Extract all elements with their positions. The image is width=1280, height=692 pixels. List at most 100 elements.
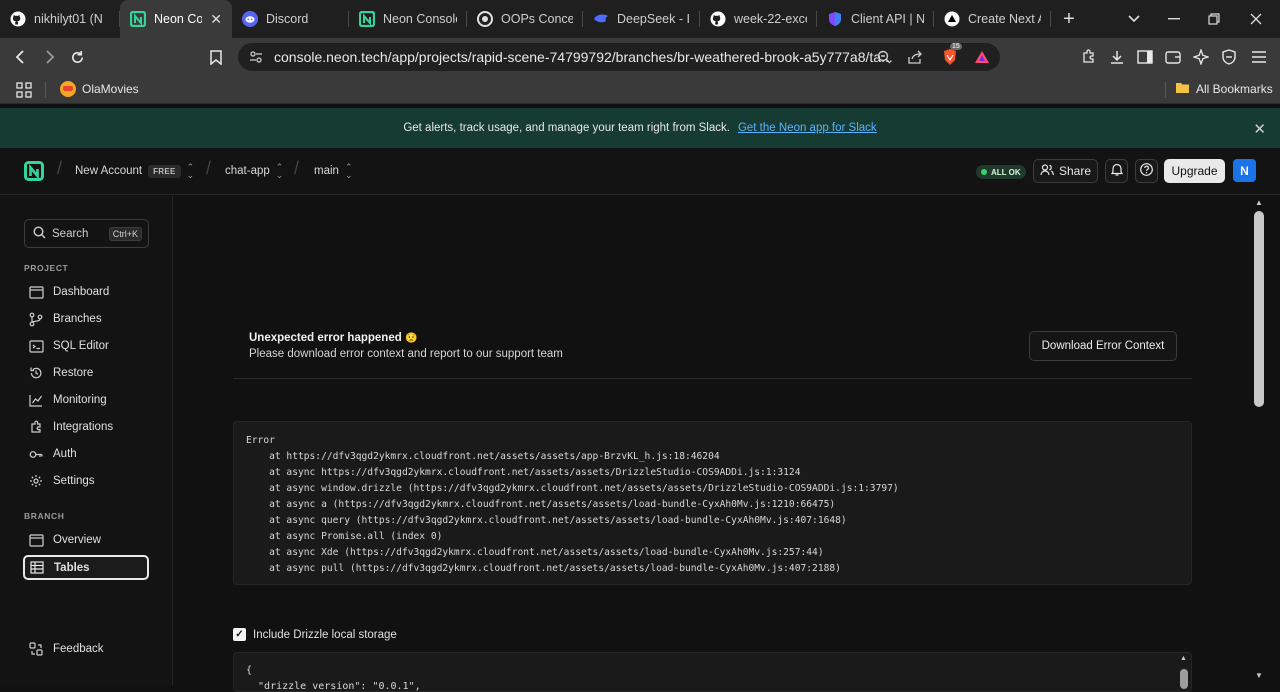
avatar[interactable]: N	[1233, 159, 1256, 182]
restore-window-icon[interactable]	[1194, 0, 1234, 38]
browser-tab[interactable]: Client API | Ne	[817, 0, 934, 38]
integrations-icon	[28, 419, 44, 435]
browser-tab[interactable]: Create Next A	[934, 0, 1051, 38]
sidebar-item-label: Branches	[53, 313, 102, 325]
bookmarks-bar: OlaMovies All Bookmarks	[0, 76, 1280, 104]
bookmark-item[interactable]: OlaMovies	[60, 81, 139, 97]
share-button[interactable]: Share	[1033, 159, 1098, 183]
include-storage-checkbox[interactable]: ✓ Include Drizzle local storage	[233, 628, 397, 641]
browser-tab[interactable]: DeepSeek - In	[583, 0, 700, 38]
forward-icon[interactable]	[36, 44, 62, 70]
brave-rewards-icon[interactable]	[970, 43, 994, 71]
tab-title: DeepSeek - In	[617, 12, 690, 26]
sidebar-item-restore[interactable]: Restore	[24, 361, 150, 385]
page-scrollbar[interactable]: ▲ ▼	[1252, 197, 1266, 685]
tab-search-chevron-icon[interactable]	[1114, 0, 1154, 38]
status-dot	[981, 169, 987, 175]
sidebar-item-auth[interactable]: Auth	[24, 442, 150, 466]
download-error-context-button[interactable]: Download Error Context	[1029, 331, 1177, 361]
reload-icon[interactable]	[64, 44, 90, 70]
browser-tab-active[interactable]: Neon Con ✕	[120, 0, 232, 38]
deepseek-icon	[593, 11, 609, 27]
download-icon[interactable]	[1104, 44, 1130, 70]
sidebar-item-overview[interactable]: Overview	[24, 528, 150, 552]
menu-icon[interactable]	[1246, 44, 1272, 70]
close-banner-icon[interactable]: ✕	[1253, 120, 1266, 138]
json-scrollbar[interactable]: ▲	[1178, 653, 1190, 689]
shortcut-hint: Ctrl+K	[108, 226, 142, 241]
apps-grid-icon[interactable]	[16, 82, 32, 101]
scrollbar-thumb[interactable]	[1180, 669, 1188, 689]
browser-tab[interactable]: Discord	[232, 0, 349, 38]
sidebar-item-feedback[interactable]: Feedback	[24, 637, 150, 661]
zoom-icon[interactable]	[872, 43, 896, 71]
leo-ai-icon[interactable]	[1188, 44, 1214, 70]
sidebar-item-label: Settings	[53, 475, 95, 487]
chevron-up-down-icon: ⌃ ⌄	[344, 162, 353, 180]
sidebar-item-tables[interactable]: Tables	[23, 555, 149, 580]
emoji-face-icon	[60, 81, 76, 97]
scroll-down-arrow-icon[interactable]: ▼	[1254, 671, 1264, 680]
scroll-up-arrow-icon[interactable]: ▲	[1254, 198, 1264, 207]
status-text: ALL OK	[991, 167, 1021, 177]
sidebar-item-monitoring[interactable]: Monitoring	[24, 388, 150, 412]
json-line: "drizzle_version": "0.0.1",	[246, 681, 421, 692]
notifications-button[interactable]	[1105, 159, 1128, 183]
close-window-icon[interactable]	[1236, 0, 1276, 38]
sidebar-item-dashboard[interactable]: Dashboard	[24, 280, 150, 304]
account-switcher[interactable]: New Account FREE ⌃ ⌄	[75, 163, 194, 180]
gear-icon	[28, 473, 44, 489]
browser-tab[interactable]: nikhilyt01 (N	[0, 0, 120, 38]
branch-name: main	[314, 165, 339, 177]
stack-trace-line: at async query (https://dfv3qgd2ykmrx.cl…	[246, 515, 847, 526]
project-name: chat-app	[225, 165, 270, 177]
banner-link[interactable]: Get the Neon app for Slack	[738, 122, 877, 134]
new-tab-button[interactable]: +	[1051, 0, 1087, 38]
neon-logo-icon[interactable]	[24, 161, 44, 186]
sidebar-item-settings[interactable]: Settings	[24, 469, 150, 493]
search-icon	[33, 225, 46, 242]
sidebar-item-label: Monitoring	[53, 394, 107, 406]
back-icon[interactable]	[8, 44, 34, 70]
project-switcher[interactable]: chat-app ⌃ ⌄	[225, 163, 283, 180]
scroll-up-arrow-icon[interactable]: ▲	[1180, 655, 1187, 662]
close-tab-icon[interactable]: ✕	[210, 11, 222, 28]
wallet-icon[interactable]	[1160, 44, 1186, 70]
sidebar-item-integrations[interactable]: Integrations	[24, 415, 150, 439]
search-label: Search	[52, 227, 89, 240]
site-info-icon[interactable]	[244, 43, 268, 71]
stack-trace-box: Error at https://dfv3qgd2ykmrx.cloudfron…	[233, 421, 1192, 585]
all-bookmarks[interactable]: All Bookmarks	[1175, 81, 1273, 97]
address-bar[interactable]: console.neon.tech/app/projects/rapid-sce…	[238, 43, 1000, 71]
browser-tab[interactable]: week-22-exce	[700, 0, 817, 38]
stack-trace-line: Error	[246, 435, 275, 446]
upgrade-button[interactable]: Upgrade	[1164, 159, 1225, 183]
bookmark-page-icon[interactable]	[203, 44, 229, 70]
brave-shields-icon[interactable]: 15	[938, 43, 962, 71]
sidebar-item-sql-editor[interactable]: SQL Editor	[24, 334, 150, 358]
error-title-text: Unexpected error happened	[249, 332, 402, 344]
stack-trace-line: at https://dfv3qgd2ykmrx.cloudfront.net/…	[246, 451, 720, 462]
tab-title: OOPs Concep	[501, 12, 573, 26]
json-line: {	[246, 665, 253, 676]
sidebar-item-branches[interactable]: Branches	[24, 307, 150, 331]
browser-tab[interactable]: Neon Console	[349, 0, 467, 38]
checkmark-icon[interactable]: ✓	[233, 628, 246, 641]
browser-tab[interactable]: OOPs Concep	[467, 0, 583, 38]
search-button[interactable]: Search Ctrl+K	[24, 219, 149, 248]
all-bookmarks-label: All Bookmarks	[1196, 82, 1273, 96]
stack-trace-line: at async Xde (https://dfv3qgd2ykmrx.clou…	[246, 547, 824, 558]
branch-switcher[interactable]: main ⌃ ⌄	[314, 162, 353, 180]
minimize-icon[interactable]	[1154, 0, 1194, 38]
share-page-icon[interactable]	[903, 43, 927, 71]
status-badge[interactable]: ALL OK	[976, 165, 1026, 179]
vpn-icon[interactable]	[1216, 44, 1242, 70]
tab-title: Client API | Ne	[851, 12, 924, 26]
stack-trace-line: at async window.drizzle (https://dfv3qgd…	[246, 483, 899, 494]
plan-badge: FREE	[148, 164, 181, 178]
scrollbar-thumb[interactable]	[1254, 211, 1264, 407]
extensions-icon[interactable]	[1076, 44, 1102, 70]
sidebar-toggle-icon[interactable]	[1132, 44, 1158, 70]
help-button[interactable]	[1135, 159, 1158, 183]
stack-trace-line: at async https://dfv3qgd2ykmrx.cloudfron…	[246, 467, 801, 478]
